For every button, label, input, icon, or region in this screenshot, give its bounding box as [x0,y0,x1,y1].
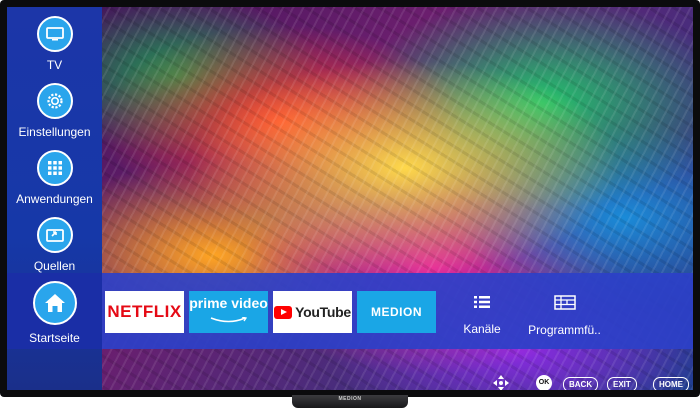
stand-brand-logo: MEDION [338,396,362,402]
sidebar-item-home[interactable]: Startseite [7,273,102,349]
input-source-icon [36,217,73,253]
channel-list-icon [474,296,490,308]
sidebar-item-tv[interactable]: TV [7,16,102,72]
tv-screen: TV Einstellungen Anwendungen Quellen Sta… [7,7,693,390]
sidebar-item-label: TV [46,58,63,72]
sidebar-item-settings[interactable]: Einstellungen [7,83,102,139]
app-tile-prime-video[interactable]: prime video [189,291,268,333]
tv-stand: MEDION [292,395,408,408]
program-guide-icon [553,295,576,310]
netflix-logo: NETFLIX [107,302,182,321]
ok-hint-button: OK [536,375,552,390]
home-icon [32,281,77,325]
function-channels[interactable]: Kanäle [457,295,507,336]
sidebar-item-label: Einstellungen [18,125,91,139]
app-tile-netflix[interactable]: NETFLIX [105,291,184,333]
dpad-navigation-icon [493,375,509,390]
function-label: Kanäle [463,322,501,336]
gear-icon [36,83,73,119]
exit-hint-button: EXIT [607,377,637,390]
home-hint-button: HOME [653,377,689,390]
back-hint-button: BACK [563,377,599,390]
tv-frame: TV Einstellungen Anwendungen Quellen Sta… [0,0,700,397]
youtube-label: YouTube [295,304,351,320]
home-label: Startseite [29,331,80,345]
tv-icon [36,16,73,52]
sidebar-item-label: Quellen [33,259,76,273]
app-tile-youtube[interactable]: YouTube [273,291,352,333]
prime-video-logo: prime video [189,296,268,328]
sidebar-item-label: Anwendungen [16,192,93,206]
function-program-guide[interactable]: Programmfü.. [527,295,602,337]
function-label: Programmfü.. [528,323,601,337]
prime-video-label: prime video [189,295,268,311]
prime-smile-icon [210,316,247,323]
app-tile-medion[interactable]: MEDION [357,291,436,333]
sidebar-item-apps[interactable]: Anwendungen [7,150,102,206]
youtube-play-icon [274,305,293,319]
sidebar-item-sources[interactable]: Quellen [7,217,102,273]
apps-grid-icon [36,150,73,186]
youtube-logo: YouTube [274,304,351,320]
medion-logo: MEDION [371,305,422,319]
